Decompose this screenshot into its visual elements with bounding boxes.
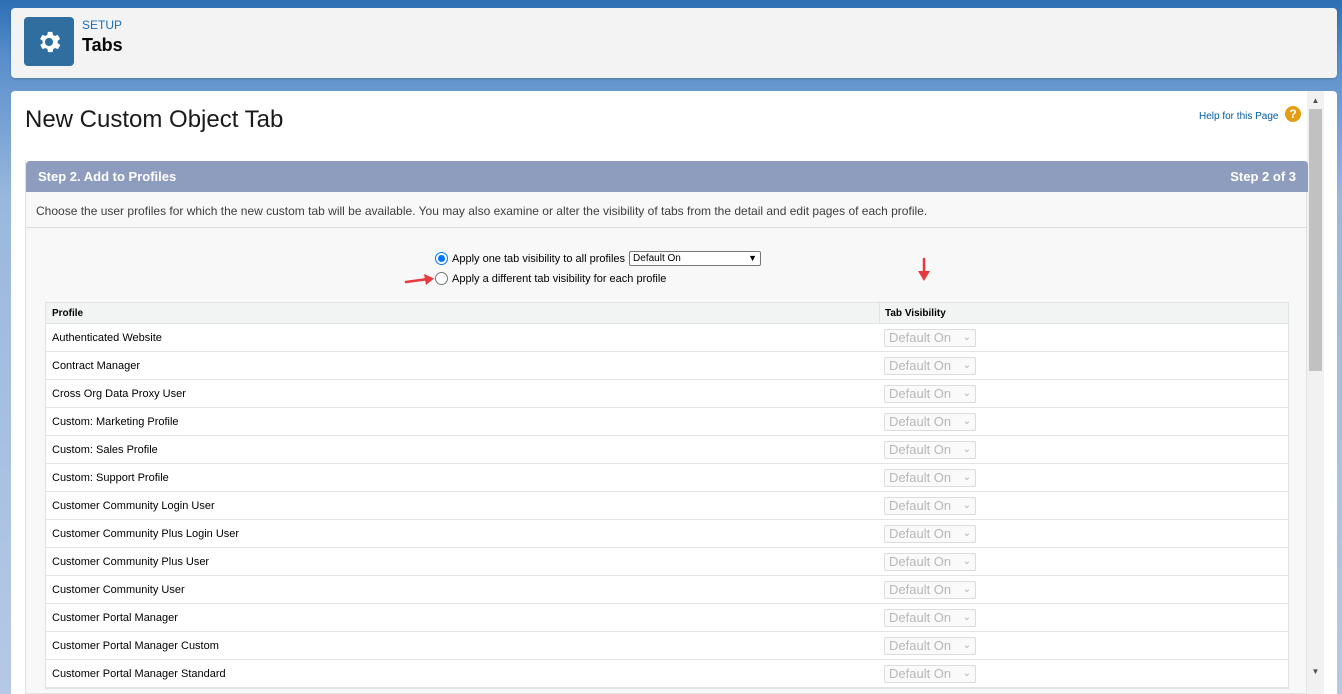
tab-visibility-value: Default On <box>889 582 952 597</box>
tab-visibility-select[interactable]: Default On ⌄ <box>884 497 976 515</box>
table-row: Custom: Sales Profile Default On ⌄ <box>46 436 1288 464</box>
tab-visibility-select[interactable]: Default On ⌄ <box>884 637 976 655</box>
chevron-down-icon: ▼ <box>748 253 758 263</box>
chevron-down-icon: ⌄ <box>962 584 971 595</box>
tab-visibility-select[interactable]: Default On ⌄ <box>884 469 976 487</box>
profile-name: Customer Portal Manager Custom <box>52 640 219 652</box>
table-row: Custom: Support Profile Default On ⌄ <box>46 464 1288 492</box>
chevron-down-icon: ⌄ <box>962 640 971 651</box>
apply-all-label: Apply one tab visibility to all profiles <box>452 252 626 265</box>
table-row: Customer Portal Manager Standard Default … <box>46 660 1288 688</box>
profile-name: Customer Community Login User <box>52 500 215 512</box>
chevron-down-icon: ⌄ <box>962 528 971 539</box>
setup-title: Tabs <box>82 35 123 55</box>
step-section: Step 2. Add to Profiles Step 2 of 3 Choo… <box>25 161 1308 694</box>
profile-name: Cross Org Data Proxy User <box>52 388 186 400</box>
profile-name: Customer Community User <box>52 584 185 596</box>
tab-visibility-select[interactable]: Default On ⌄ <box>884 609 976 627</box>
profile-name: Customer Community Plus Login User <box>52 528 240 540</box>
tab-visibility-value: Default On <box>889 442 952 457</box>
apply-each-radio[interactable] <box>435 272 448 285</box>
chevron-down-icon: ⌄ <box>962 472 971 483</box>
profile-table: Profile Tab Visibility Authenticated Web… <box>45 302 1289 689</box>
scroll-down-arrow-icon[interactable]: ▼ <box>1307 665 1324 679</box>
table-row: Cross Org Data Proxy User Default On ⌄ <box>46 380 1288 408</box>
column-header-tab-visibility[interactable]: Tab Visibility <box>885 308 946 319</box>
tab-visibility-value: Default On <box>889 470 952 485</box>
apply-each-label: Apply a different tab visibility for eac… <box>452 272 667 285</box>
profile-name: Custom: Sales Profile <box>52 444 158 456</box>
tab-visibility-select[interactable]: Default On ⌄ <box>884 385 976 403</box>
help-icon[interactable]: ? <box>1285 106 1301 122</box>
chevron-down-icon: ⌄ <box>962 416 971 427</box>
table-row: Contract Manager Default On ⌄ <box>46 352 1288 380</box>
tab-visibility-value: Default On <box>889 610 952 625</box>
column-divider <box>879 303 880 324</box>
tab-visibility-value: Default On <box>889 638 952 653</box>
profile-name: Custom: Marketing Profile <box>52 416 179 428</box>
table-header: Profile Tab Visibility <box>46 303 1288 324</box>
page-title: New Custom Object Tab <box>25 106 284 133</box>
column-header-profile[interactable]: Profile <box>52 308 83 319</box>
tab-visibility-value: Default On <box>889 358 952 373</box>
setup-header: SETUP Tabs <box>11 8 1337 78</box>
table-row: Customer Community Plus User Default On ⌄ <box>46 548 1288 576</box>
scroll-up-arrow-icon[interactable]: ▲ <box>1307 94 1324 108</box>
scrollbar[interactable]: ▲ ▼ <box>1307 91 1324 694</box>
tab-visibility-select[interactable]: Default On ⌄ <box>884 665 976 683</box>
global-visibility-select[interactable]: Default On ▼ <box>629 251 762 266</box>
profile-name: Customer Portal Manager Standard <box>52 668 226 680</box>
apply-all-radio[interactable] <box>435 252 448 265</box>
profile-name: Custom: Support Profile <box>52 472 169 484</box>
tab-visibility-value: Default On <box>889 414 952 429</box>
profile-name: Authenticated Website <box>52 332 162 344</box>
chevron-down-icon: ⌄ <box>962 388 971 399</box>
chevron-down-icon: ⌄ <box>962 500 971 511</box>
step-header: Step 2. Add to Profiles Step 2 of 3 <box>26 161 1308 192</box>
table-row: Customer Community Plus Login User Defaul… <box>46 520 1288 548</box>
annotation-arrow-down-icon <box>918 257 930 281</box>
global-visibility-value: Default On <box>633 253 681 264</box>
apply-each-option[interactable]: Apply a different tab visibility for eac… <box>435 272 666 285</box>
table-row: Custom: Marketing Profile Default On ⌄ <box>46 408 1288 436</box>
table-body: Authenticated Website Default On ⌄ Contract… <box>46 324 1288 688</box>
chevron-down-icon: ⌄ <box>962 360 971 371</box>
step-count: Step 2 of 3 <box>1230 169 1296 184</box>
chevron-down-icon: ⌄ <box>962 332 971 343</box>
chevron-down-icon: ⌄ <box>962 556 971 567</box>
table-row: Customer Community Login User Default On ⌄ <box>46 492 1288 520</box>
table-row: Authenticated Website Default On ⌄ <box>46 324 1288 352</box>
table-row: Customer Community User Default On ⌄ <box>46 576 1288 604</box>
tab-visibility-select[interactable]: Default On ⌄ <box>884 525 976 543</box>
gear-icon <box>24 17 74 66</box>
tab-visibility-select[interactable]: Default On ⌄ <box>884 441 976 459</box>
chevron-down-icon: ⌄ <box>962 668 971 679</box>
tab-visibility-value: Default On <box>889 498 952 513</box>
step-description: Choose the user profiles for which the n… <box>26 192 1306 228</box>
table-row: Customer Portal Manager Default On ⌄ <box>46 604 1288 632</box>
tab-visibility-select[interactable]: Default On ⌄ <box>884 581 976 599</box>
setup-eyebrow[interactable]: SETUP <box>82 18 122 32</box>
annotation-arrow-right-icon <box>404 274 434 285</box>
tab-visibility-value: Default On <box>889 526 952 541</box>
tab-visibility-value: Default On <box>889 554 952 569</box>
tab-visibility-select[interactable]: Default On ⌄ <box>884 329 976 347</box>
scroll-thumb[interactable] <box>1309 109 1322 371</box>
apply-all-option[interactable]: Apply one tab visibility to all profiles… <box>435 251 762 266</box>
step-label: Step 2. Add to Profiles <box>38 169 177 184</box>
tab-visibility-value: Default On <box>889 386 952 401</box>
main-panel: New Custom Object Tab Help for this Page… <box>11 91 1337 694</box>
tab-visibility-value: Default On <box>889 666 952 681</box>
tab-visibility-select[interactable]: Default On ⌄ <box>884 553 976 571</box>
profile-name: Customer Portal Manager <box>52 612 178 624</box>
help-link[interactable]: Help for this Page <box>1199 111 1279 122</box>
chevron-down-icon: ⌄ <box>962 444 971 455</box>
tab-visibility-select[interactable]: Default On ⌄ <box>884 413 976 431</box>
table-row: Customer Portal Manager Custom Default On… <box>46 632 1288 660</box>
tab-visibility-select[interactable]: Default On ⌄ <box>884 357 976 375</box>
profile-name: Customer Community Plus User <box>52 556 210 568</box>
profile-name: Contract Manager <box>52 360 141 372</box>
tab-visibility-value: Default On <box>889 330 952 345</box>
chevron-down-icon: ⌄ <box>962 612 971 623</box>
